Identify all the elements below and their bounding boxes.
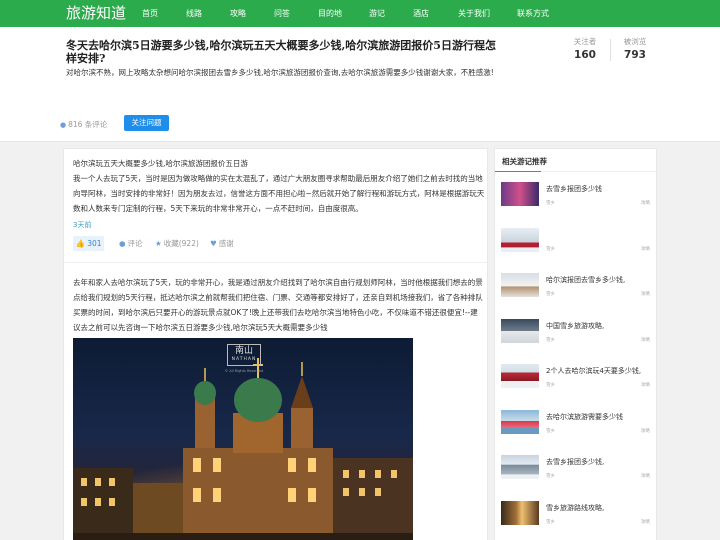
- nav-item-qa[interactable]: 问答: [274, 0, 290, 27]
- sidebar-item-title: 去雪乡报团多少钱: [546, 185, 602, 193]
- answer-body-2: 去年和家人去哈尔滨玩了5天，玩的非常开心，我是通过朋友介绍找到了哈尔滨自由行规划…: [73, 278, 483, 332]
- sidebar-item-5[interactable]: 2个人去哈尔滨玩4天要多少钱, 雪乡 攻略: [501, 364, 651, 392]
- sidebar-item-title: 去雪乡报团多少钱,: [546, 458, 605, 466]
- sidebar-title-rule: [495, 171, 656, 172]
- views-count: 793: [624, 49, 646, 61]
- photo-brand-text: 南山: [234, 346, 253, 356]
- sidebar-item-meta: 攻略: [641, 201, 650, 206]
- sidebar-item-meta: 雪乡: [546, 201, 555, 206]
- sidebar-item-meta: 攻略: [641, 520, 650, 525]
- top-nav-bar: 旅游知道 首页 线路 攻略 问答 目的地 游记 酒店 关于我们 联系方式: [0, 0, 720, 27]
- follow-question-button[interactable]: 关注问题: [124, 115, 169, 131]
- like-count: 301: [87, 239, 102, 248]
- nav-item-home[interactable]: 首页: [142, 0, 158, 27]
- nav-item-hotels[interactable]: 酒店: [413, 0, 429, 27]
- followers-count: 160: [574, 49, 596, 61]
- related-travelogues-sidebar: 相关游记推荐 去雪乡报团多少钱 雪乡 攻略 雪乡 攻略 哈尔滨报团去雪乡多少钱,…: [494, 148, 657, 540]
- answer-divider: [64, 262, 489, 263]
- answer-comment-button[interactable]: ● 评论: [119, 236, 143, 251]
- sidebar-item-6[interactable]: 去哈尔滨旅游需要多少钱 雪乡 攻略: [501, 410, 651, 438]
- sidebar-item-meta: 雪乡: [546, 292, 555, 297]
- nav-item-destinations[interactable]: 目的地: [318, 0, 342, 27]
- nav-item-routes[interactable]: 线路: [186, 0, 202, 27]
- thanks-button[interactable]: ♥ 感谢: [210, 236, 234, 251]
- answer-list: 哈尔滨玩五天大概要多少钱,哈尔滨旅游团报价五日游 我一个人去玩了5天，当时是因为…: [63, 148, 489, 540]
- sidebar-item-meta: 雪乡: [546, 474, 555, 479]
- sidebar-item-meta: 雪乡: [546, 520, 555, 525]
- sidebar-item-title: 哈尔滨报团去雪乡多少钱,: [546, 276, 626, 284]
- favorite-label: 收藏(922): [163, 239, 199, 248]
- sidebar-item-4[interactable]: 中国雪乡旅游攻略, 雪乡 攻略: [501, 319, 651, 347]
- thumbs-up-icon: 👍: [75, 239, 85, 248]
- sidebar-item-meta: 攻略: [641, 292, 650, 297]
- sidebar-item-2[interactable]: 雪乡 攻略: [501, 228, 651, 256]
- sidebar-item-meta: 攻略: [641, 338, 650, 343]
- comment-icon: ●: [60, 121, 67, 129]
- sidebar-item-meta: 雪乡: [546, 429, 555, 434]
- followers-stat[interactable]: 关注者 160: [560, 36, 610, 63]
- photo-rights-text: © All Rights Reserved: [224, 369, 264, 373]
- answer-title: 哈尔滨玩五天大概要多少钱,哈尔滨旅游团报价五日游: [73, 159, 248, 168]
- answer-body: 我一个人去玩了5天，当时是因为做攻略做的实在太混乱了，通过广大朋友圈寻求帮助最后…: [73, 174, 485, 213]
- question-comments-count: 816 条评论: [68, 120, 108, 129]
- sidebar-item-meta: 攻略: [641, 247, 650, 252]
- sidebar-item-7[interactable]: 去雪乡报团多少钱, 雪乡 攻略: [501, 455, 651, 483]
- sidebar-thumbnail: [501, 364, 539, 388]
- views-label: 被浏览: [623, 37, 647, 46]
- sidebar-thumbnail: [501, 455, 539, 479]
- sidebar-item-meta: 攻略: [641, 383, 650, 388]
- sidebar-item-1[interactable]: 去雪乡报团多少钱 雪乡 攻略: [501, 182, 651, 210]
- heart-icon: ♥: [210, 239, 217, 248]
- question-description: 对哈尔滨不熟，网上攻略太杂想问哈尔滨报团去雪乡多少钱,哈尔滨旅游团报价查询,去哈…: [66, 68, 494, 77]
- sidebar-thumbnail: [501, 319, 539, 343]
- like-button[interactable]: 👍 301: [73, 236, 104, 251]
- sidebar-item-meta: 雪乡: [546, 338, 555, 343]
- sidebar-item-meta: 雪乡: [546, 383, 555, 388]
- thanks-label: 感谢: [218, 239, 234, 248]
- sidebar-thumbnail: [501, 228, 539, 252]
- photo-watermark-logo: 南山 NATHAN: [227, 344, 261, 366]
- question-comments-link[interactable]: ● 816 条评论: [60, 119, 107, 131]
- nav-item-contact[interactable]: 联系方式: [517, 0, 549, 27]
- sidebar-item-meta: 雪乡: [546, 247, 555, 252]
- star-icon: ★: [155, 239, 162, 248]
- sidebar-item-meta: 攻略: [641, 474, 650, 479]
- sidebar-item-title: 雪乡旅游路线攻略,: [546, 504, 605, 512]
- sidebar-item-meta: 攻略: [641, 429, 650, 434]
- sidebar-thumbnail: [501, 410, 539, 434]
- sidebar-item-title: 去哈尔滨旅游需要多少钱: [546, 413, 623, 421]
- nav-item-about[interactable]: 关于我们: [458, 0, 490, 27]
- comment-label: 评论: [127, 239, 143, 248]
- answer-actions: 👍 301 ● 评论 ★ 收藏(922) ♥ 感谢: [73, 236, 483, 252]
- nav-item-travelogues[interactable]: 游记: [369, 0, 385, 27]
- sidebar-item-8[interactable]: 雪乡旅游路线攻略, 雪乡 攻略: [501, 501, 651, 529]
- question-header: 冬天去哈尔滨5日游要多少钱,哈尔滨玩五天大概要多少钱,哈尔滨旅游团报价5日游行程…: [0, 27, 720, 142]
- photo-brand-sub: NATHAN: [231, 357, 257, 362]
- sidebar-thumbnail: [501, 501, 539, 525]
- sidebar-title: 相关游记推荐: [502, 157, 547, 166]
- sidebar-thumbnail: [501, 273, 539, 297]
- nav-item-guides[interactable]: 攻略: [230, 0, 246, 27]
- sidebar-item-title: 中国雪乡旅游攻略,: [546, 322, 605, 330]
- followers-label: 关注者: [573, 37, 597, 46]
- answer-time: 3天前: [73, 221, 92, 229]
- sidebar-item-3[interactable]: 哈尔滨报团去雪乡多少钱, 雪乡 攻略: [501, 273, 651, 301]
- sidebar-thumbnail: [501, 182, 539, 206]
- answer-photo: 南山 NATHAN © All Rights Reserved: [73, 338, 413, 540]
- favorite-button[interactable]: ★ 收藏(922): [155, 236, 199, 251]
- site-logo[interactable]: 旅游知道: [66, 3, 126, 23]
- question-title: 冬天去哈尔滨5日游要多少钱,哈尔滨玩五天大概要多少钱,哈尔滨旅游团报价5日游行程…: [66, 39, 496, 65]
- comment-icon: ●: [119, 239, 126, 248]
- sidebar-item-title: 2个人去哈尔滨玩4天要多少钱,: [546, 367, 642, 375]
- views-stat: 被浏览 793: [610, 36, 660, 63]
